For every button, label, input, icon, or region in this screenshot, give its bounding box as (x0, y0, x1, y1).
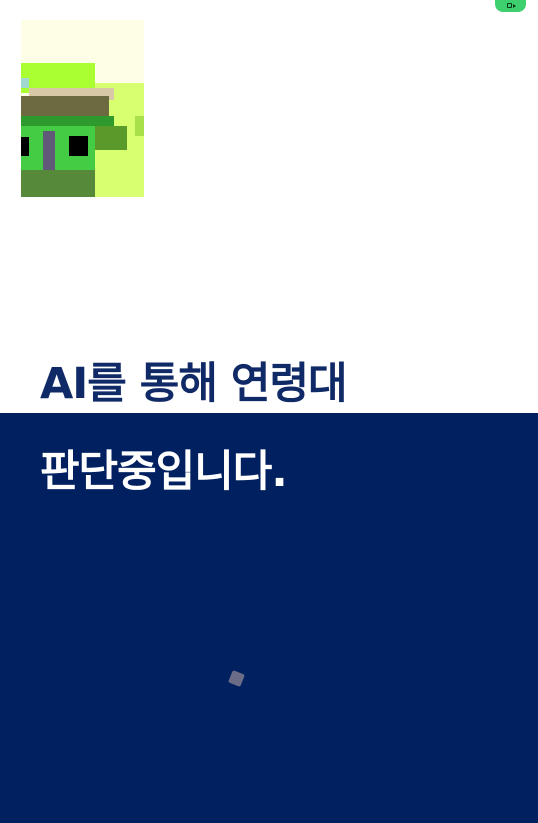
preview-block (21, 137, 29, 156)
camera-preview (21, 20, 144, 197)
loading-spinner-icon (228, 670, 245, 687)
camera-in-use-indicator (495, 0, 526, 12)
camera-recording-icon (507, 3, 516, 8)
headline-line-1: AI를 통해 연령대 (40, 359, 348, 409)
preview-block (95, 126, 127, 150)
preview-block (135, 116, 144, 136)
preview-block (21, 170, 95, 197)
preview-block (69, 136, 88, 156)
preview-block (21, 78, 29, 88)
preview-block (21, 116, 114, 126)
preview-block (43, 131, 55, 170)
headline-line-2: 판단중입니다. (40, 447, 288, 497)
analysis-panel: 판단중입니다. (0, 413, 538, 823)
